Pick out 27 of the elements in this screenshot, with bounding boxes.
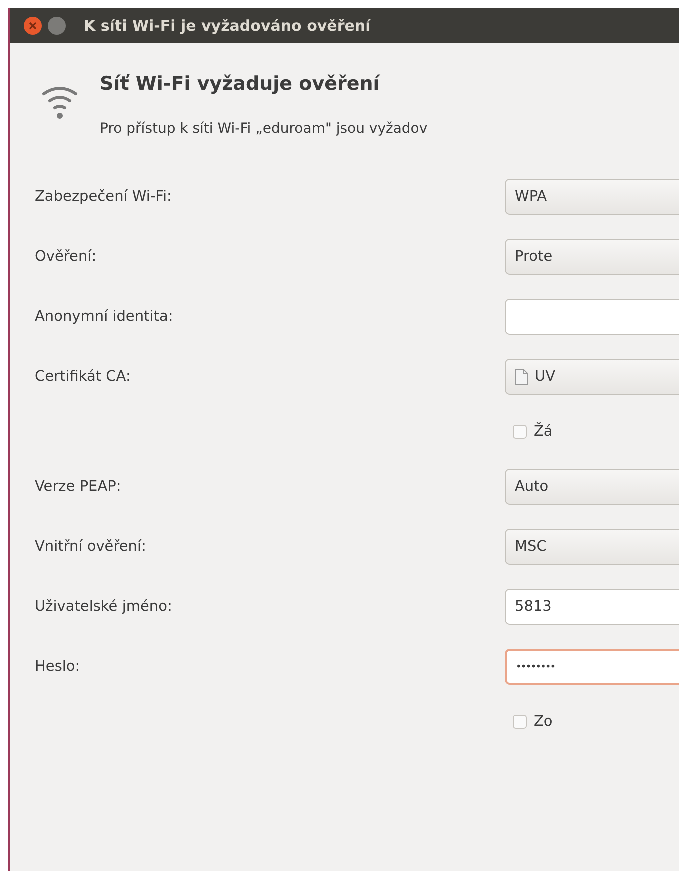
input-field[interactable]	[505, 299, 679, 335]
dropdown[interactable]: MSC	[505, 529, 679, 565]
file-chooser-button[interactable]: UV	[505, 359, 679, 395]
dropdown[interactable]: Auto	[505, 469, 679, 505]
field-label: Heslo:	[34, 659, 82, 675]
field-label: Verze PEAP:	[34, 479, 122, 495]
dropdown[interactable]: Prote	[505, 239, 679, 275]
field-label: Ověření:	[34, 249, 98, 265]
checkbox-option[interactable]: Žá	[505, 424, 679, 440]
field-label: Zabezpečení Wi-Fi:	[34, 189, 173, 205]
document-icon	[515, 368, 529, 386]
dropdown[interactable]: WPA	[505, 179, 679, 215]
field-label: Vnitřní ověření:	[34, 539, 148, 555]
password-field[interactable]: ••••••••	[505, 649, 679, 685]
minimize-button[interactable]	[48, 16, 66, 34]
close-button[interactable]	[24, 16, 42, 34]
close-icon	[29, 22, 37, 30]
field-label: Certifikát CA:	[34, 369, 132, 385]
field-label: Uživatelské jméno:	[34, 599, 174, 615]
dialog-heading: Síť Wi-Fi vyžaduje ověření	[100, 73, 382, 95]
checkbox[interactable]	[513, 425, 527, 439]
checkbox[interactable]	[513, 715, 527, 729]
checkbox-option[interactable]: Zo	[505, 714, 679, 730]
input-field[interactable]: 5813	[505, 589, 679, 625]
dialog-description: Pro přístup k síti Wi-Fi „eduroam" jsou vyžadov	[100, 121, 428, 137]
field-label: Anonymní identita:	[34, 309, 174, 325]
window-title: K síti Wi-Fi je vyžadováno ověření	[84, 16, 371, 34]
